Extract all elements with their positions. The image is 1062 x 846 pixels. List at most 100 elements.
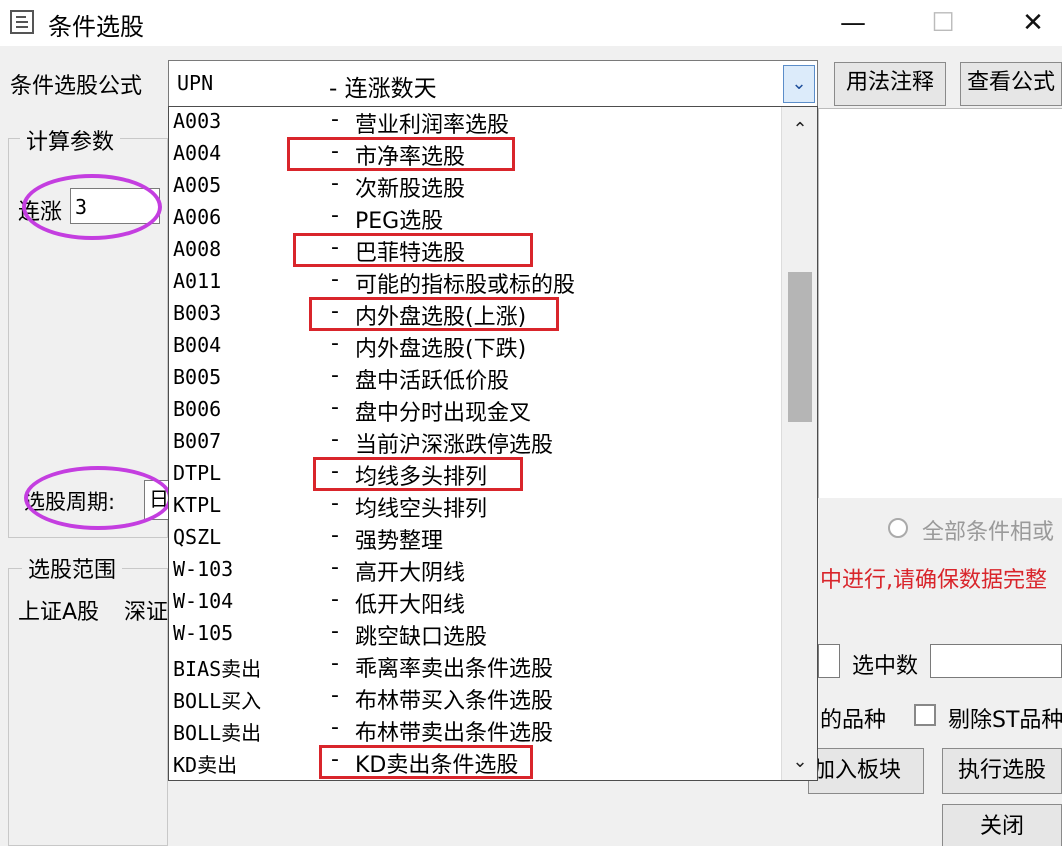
annotation-circle: [24, 466, 172, 530]
list-item-name: 低开大阳线: [355, 593, 466, 618]
list-item-separator: -: [331, 651, 339, 676]
list-item-separator: -: [331, 331, 339, 356]
formula-label: 条件选股公式: [10, 74, 143, 99]
list-item[interactable]: A006 - PEG选股: [169, 203, 781, 235]
chevron-down-icon[interactable]: ⌄: [783, 65, 815, 103]
execute-button[interactable]: 执行选股: [942, 748, 1062, 794]
list-item-code: KTPL: [173, 493, 222, 517]
list-item-code: KD卖出: [173, 753, 238, 777]
list-item-code: B005: [173, 365, 222, 389]
list-item[interactable]: A011 - 可能的指标股或标的股: [169, 267, 781, 299]
list-item-name: 盘中分时出现金叉: [355, 401, 532, 426]
add-to-block-button[interactable]: 加入板块: [808, 748, 924, 794]
list-item[interactable]: A008- 巴菲特选股: [169, 233, 781, 267]
warning-text: 中进行,请确保数据完整: [820, 568, 1047, 593]
list-item[interactable]: B007 - 当前沪深涨跌停选股: [169, 427, 781, 459]
market-sz[interactable]: 深证: [124, 594, 168, 626]
scroll-up-icon[interactable]: ⌃: [782, 113, 817, 147]
list-item[interactable]: QSZL - 强势整理: [169, 523, 781, 555]
list-item-code: W-104: [173, 589, 234, 613]
list-item-separator: -: [331, 395, 339, 420]
scrollbar-thumb[interactable]: [788, 272, 812, 422]
list-item[interactable]: BOLL买入 - 布林带买入条件选股: [169, 683, 781, 715]
list-item[interactable]: B005 - 盘中活跃低价股: [169, 363, 781, 395]
view-formula-button[interactable]: 查看公式: [960, 62, 1062, 106]
list-item[interactable]: B004 - 内外盘选股(下跌): [169, 331, 781, 363]
list-item-separator: -: [331, 267, 339, 292]
list-item-code: A005: [173, 173, 222, 197]
list-item-separator: -: [331, 523, 339, 548]
window-title: 条件选股: [48, 13, 144, 41]
list-item-name: 布林带卖出条件选股: [355, 721, 554, 746]
list-item-name: PEG选股: [355, 209, 444, 234]
close-window-button[interactable]: ✕: [1018, 8, 1048, 38]
list-item-separator: -: [331, 587, 339, 612]
list-item-name: 内外盘选股(下跌): [355, 337, 527, 362]
list-item-separator: -: [331, 171, 339, 196]
selected-count-box-left: [818, 644, 840, 678]
dropdown-scrollbar[interactable]: ⌃ ⌄: [781, 107, 817, 780]
exclude-st-checkbox[interactable]: [914, 704, 936, 726]
title-bar: 条件选股 — ☐ ✕: [0, 0, 1062, 46]
list-item-separator: -: [331, 715, 339, 740]
highlight-box: [313, 457, 523, 491]
scroll-down-icon[interactable]: ⌄: [782, 745, 817, 779]
list-item-separator: -: [331, 427, 339, 452]
list-item-code: QSZL: [173, 525, 222, 549]
list-item[interactable]: W-104 - 低开大阳线: [169, 587, 781, 619]
list-item-code: BIAS卖出: [173, 657, 262, 681]
list-item[interactable]: B006 - 盘中分时出现金叉: [169, 395, 781, 427]
list-item-separator: -: [331, 203, 339, 228]
list-item-name: 可能的指标股或标的股: [355, 273, 576, 298]
list-item-code: W-105: [173, 621, 234, 645]
formula-code: UPN: [177, 71, 214, 95]
scope-group-title: 选股范围: [22, 552, 123, 584]
list-item-code: BOLL买入: [173, 689, 262, 713]
formula-dropdown-list[interactable]: A003- 营业利润率选股 A004- 市净率选股 A005- 次新股选股 A006- PEG…: [168, 106, 818, 781]
usage-notes-button[interactable]: 用法注释: [834, 62, 946, 106]
list-item[interactable]: KD卖出 - KD卖出条件选股: [169, 745, 781, 779]
list-item-separator: -: [331, 683, 339, 708]
close-button[interactable]: 关闭: [942, 804, 1062, 846]
list-item[interactable]: A005 - 次新股选股: [169, 171, 781, 203]
highlight-box: [309, 297, 559, 331]
all-conditions-radio[interactable]: [888, 518, 908, 538]
list-item-code: A011: [173, 269, 222, 293]
list-item-code: A004: [173, 141, 222, 165]
exclude-st-label: 剔除ST品种: [948, 708, 1062, 733]
list-item-name: 营业利润率选股: [355, 113, 510, 138]
list-item-name: 当前沪深涨跌停选股: [355, 433, 554, 458]
list-item[interactable]: A004- 市净率选股: [169, 137, 781, 171]
list-item-name: 乖离率卖出条件选股: [355, 657, 554, 682]
list-item-separator: -: [331, 555, 339, 580]
formula-description: [818, 108, 1062, 498]
list-item-name: 盘中活跃低价股: [355, 369, 510, 394]
list-item-code: B003: [173, 301, 222, 325]
list-item[interactable]: KTPL - 均线空头排列: [169, 491, 781, 523]
list-item-code: DTPL: [173, 461, 222, 485]
list-item-separator: -: [331, 491, 339, 516]
list-item-code: B006: [173, 397, 222, 421]
list-item[interactable]: W-103 - 高开大阴线: [169, 555, 781, 587]
varieties-label: 的品种: [820, 708, 887, 733]
list-item-code: W-103: [173, 557, 234, 581]
market-sh-a[interactable]: 上证A股: [18, 594, 99, 626]
list-item[interactable]: A003 - 营业利润率选股: [169, 107, 781, 139]
selected-count-field: [930, 644, 1062, 678]
list-item-name: 均线空头排列: [355, 497, 488, 522]
list-item[interactable]: DTPL - 均线多头排列: [169, 457, 781, 491]
list-item[interactable]: BIAS卖出 - 乖离率卖出条件选股: [169, 651, 781, 683]
list-item-separator: -: [331, 107, 339, 132]
formula-select[interactable]: UPN - 连涨数天 ⌄: [168, 60, 818, 108]
minimize-button[interactable]: —: [838, 8, 868, 38]
list-item[interactable]: B003- 内外盘选股(上涨): [169, 297, 781, 331]
list-item-name: 布林带买入条件选股: [355, 689, 554, 714]
formula-name: - 连涨数天: [329, 76, 437, 102]
dropdown-items: A003- 营业利润率选股 A004- 市净率选股 A005- 次新股选股 A006- PEG…: [169, 107, 781, 780]
list-item-name: 跳空缺口选股: [355, 625, 488, 650]
list-item-code: BOLL卖出: [173, 721, 262, 745]
highlight-box: [287, 137, 515, 171]
list-item[interactable]: W-105 - 跳空缺口选股: [169, 619, 781, 651]
maximize-button[interactable]: ☐: [928, 8, 958, 38]
list-item[interactable]: BOLL卖出 - 布林带卖出条件选股: [169, 715, 781, 747]
